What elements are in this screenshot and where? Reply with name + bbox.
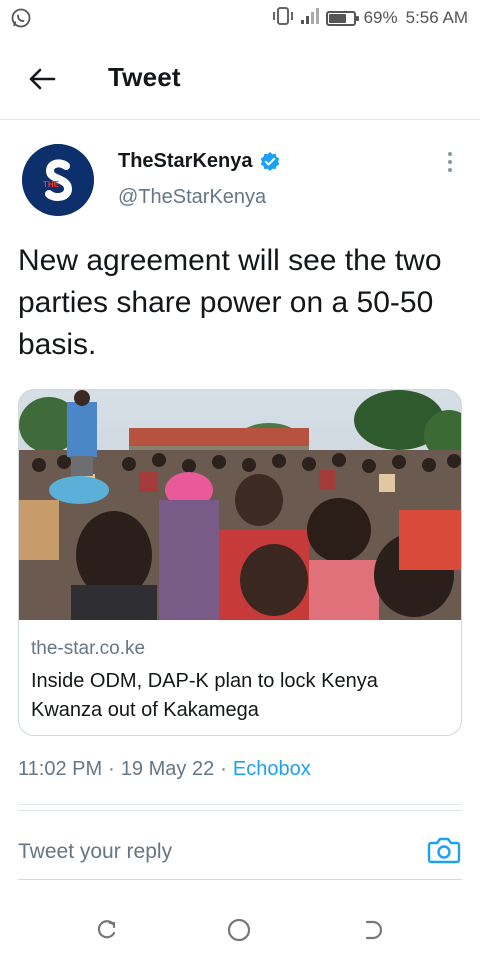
tweet-text: New agreement will see the two parties s… bbox=[18, 244, 442, 361]
author-name[interactable]: TheStarKenya bbox=[118, 150, 253, 173]
tweet-time: 11:02 PM bbox=[18, 758, 103, 780]
back-nav-icon[interactable] bbox=[355, 912, 391, 948]
recent-apps-icon[interactable] bbox=[89, 912, 125, 948]
arrow-left-icon bbox=[29, 68, 56, 90]
status-bar: 69% 5:56 AM bbox=[0, 0, 480, 36]
app-header: Tweet bbox=[0, 36, 480, 120]
system-nav-bar bbox=[0, 900, 480, 960]
battery-icon bbox=[325, 10, 359, 26]
camera-button[interactable] bbox=[424, 830, 464, 870]
page-title: Tweet bbox=[108, 62, 181, 92]
card-title: Inside ODM, DAP-K plan to lock Kenya Kwa… bbox=[31, 670, 378, 721]
meta-separator: · bbox=[220, 758, 227, 780]
whatsapp-icon bbox=[10, 7, 32, 29]
back-button[interactable] bbox=[22, 60, 62, 98]
card-domain: the-star.co.ke bbox=[31, 638, 146, 659]
verified-badge-icon bbox=[260, 151, 279, 171]
battery-percent: 69% bbox=[363, 8, 398, 27]
meta-separator: · bbox=[108, 758, 115, 780]
tweet-meta: 11:02 PM · 19 May 22 · Echobox bbox=[18, 758, 311, 781]
vibrate-icon bbox=[272, 6, 294, 31]
avatar-logo-text: THE bbox=[43, 180, 60, 189]
tweet-date: 19 May 22 bbox=[120, 758, 215, 780]
avatar[interactable]: THE bbox=[22, 144, 94, 216]
reply-underline bbox=[18, 879, 462, 880]
card-image[interactable] bbox=[19, 390, 461, 620]
divider bbox=[18, 804, 462, 805]
link-card[interactable]: the-star.co.ke Inside ODM, DAP-K plan to… bbox=[18, 389, 462, 736]
home-icon[interactable] bbox=[221, 912, 257, 948]
tweet-source-link[interactable]: Echobox bbox=[233, 758, 311, 781]
signal-icon bbox=[300, 7, 320, 30]
author-handle[interactable]: @TheStarKenya bbox=[118, 186, 266, 209]
more-options-icon[interactable] bbox=[440, 150, 460, 174]
camera-icon bbox=[427, 837, 461, 864]
clock: 5:56 AM bbox=[405, 8, 468, 27]
divider bbox=[18, 810, 462, 811]
reply-input[interactable] bbox=[18, 835, 398, 869]
